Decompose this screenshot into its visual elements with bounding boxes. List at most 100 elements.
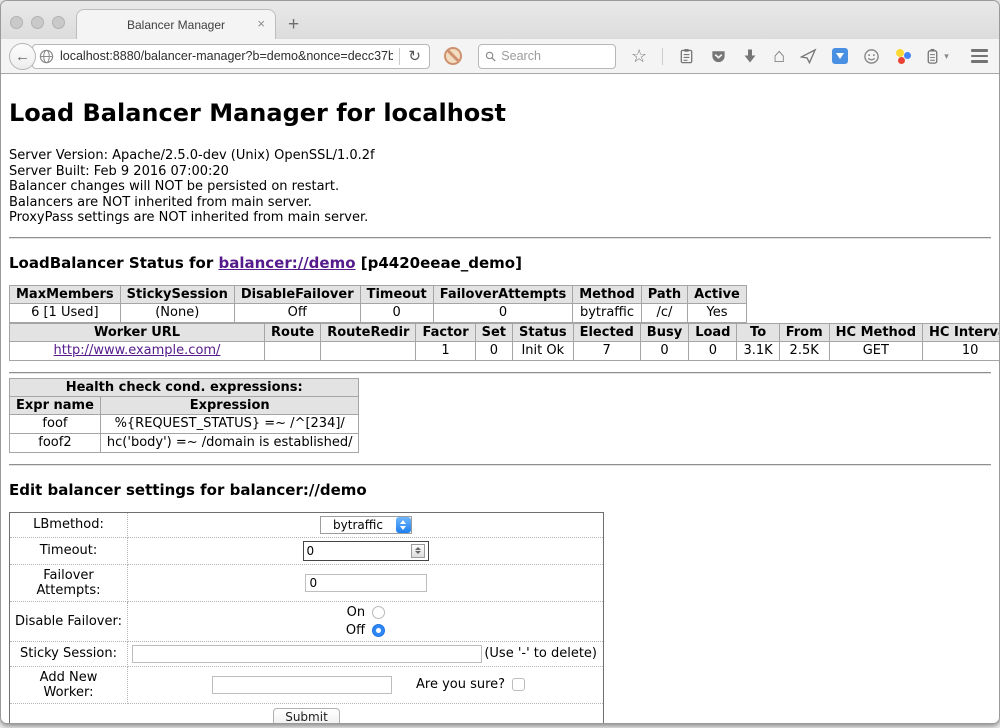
col-routeredir: RouteRedir (321, 323, 416, 341)
url-text[interactable]: localhost:8880/balancer-manager?b=demo&n… (60, 49, 393, 63)
server-version-line: Server Version: Apache/2.5.0-dev (Unix) … (9, 148, 991, 164)
divider (9, 464, 991, 466)
downloads-icon[interactable] (742, 48, 758, 64)
balancer-status-table: MaxMembers StickySession DisableFailover… (9, 285, 747, 323)
balancer-demo-link[interactable]: balancer://demo (218, 254, 355, 272)
home-icon[interactable]: ⌂ (773, 48, 785, 64)
pocket-icon[interactable] (710, 48, 727, 65)
col-elected: Elected (573, 323, 640, 341)
failover-attempts-label: Failover Attempts: (10, 564, 128, 601)
url-bar[interactable]: localhost:8880/balancer-manager?b=demo&n… (32, 44, 430, 69)
col-method: Method (573, 285, 641, 303)
menu-icon[interactable] (971, 49, 988, 63)
health-row-foof2: foof2 hc('body') =~ /domain is establish… (10, 433, 359, 452)
radio-on-label: On (347, 605, 365, 620)
sticky-session-hint: (Use '-' to delete) (484, 646, 599, 661)
disable-failover-row: Disable Failover: On Off (10, 601, 604, 641)
lbmethod-label: LBmethod: (10, 512, 128, 537)
cell-routeredir (321, 341, 416, 360)
cell-maxmembers: 6 [1 Used] (10, 303, 121, 322)
health-check-table: Health check cond. expressions: Expr nam… (9, 378, 359, 453)
are-you-sure-checkbox[interactable] (512, 678, 525, 691)
cell-disablefailover: Off (234, 303, 360, 322)
failover-attempts-row: Failover Attempts: (10, 564, 604, 601)
window-controls (10, 16, 65, 29)
col-load: Load (689, 323, 737, 341)
server-built-line: Server Built: Feb 9 2016 07:00:20 (9, 164, 991, 180)
search-icon (485, 50, 496, 63)
col-expression: Expression (100, 396, 359, 414)
battery-extension-icon[interactable] (926, 48, 939, 65)
col-hc-method: HC Method (829, 323, 922, 341)
worker-data-row: http://www.example.com/ 1 0 Init Ok 7 0 … (10, 341, 1000, 360)
persist-notice-line: Balancer changes will NOT be persisted o… (9, 179, 991, 195)
balancer-header-row: MaxMembers StickySession DisableFailover… (10, 285, 747, 303)
cell-set: 0 (475, 341, 512, 360)
worker-header-row: Worker URL Route RouteRedir Factor Set S… (10, 323, 1000, 341)
colored-dots-extension-icon[interactable] (895, 48, 911, 64)
search-bar[interactable] (478, 44, 616, 69)
col-stickysession: StickySession (120, 285, 234, 303)
cell-expr-name: foof2 (10, 433, 101, 452)
edit-settings-heading: Edit balancer settings for balancer://de… (9, 481, 991, 499)
timeout-value: 0 (307, 544, 315, 558)
radio-on[interactable] (372, 606, 385, 619)
tab-balancer-manager[interactable]: Balancer Manager × (76, 9, 276, 39)
radio-off[interactable] (372, 624, 385, 637)
cell-path: /c/ (641, 303, 687, 322)
timeout-input[interactable]: 0 (303, 541, 429, 561)
worker-table: Worker URL Route RouteRedir Factor Set S… (9, 323, 999, 361)
bookmark-star-icon[interactable]: ☆ (631, 47, 647, 65)
cell-route (265, 341, 321, 360)
back-arrow-icon: ← (15, 48, 30, 65)
are-you-sure-label: Are you sure? (416, 677, 505, 692)
close-window-button[interactable] (10, 16, 23, 29)
send-tab-icon[interactable] (800, 48, 817, 65)
toolbar-icons: ☆ ⌂ (631, 47, 949, 65)
zoom-window-button[interactable] (52, 16, 65, 29)
reload-icon[interactable]: ↻ (406, 47, 423, 65)
col-factor: Factor (416, 323, 475, 341)
add-worker-input[interactable] (212, 676, 392, 694)
minimize-window-button[interactable] (31, 16, 44, 29)
select-stepper-icon (396, 517, 411, 533)
number-spinner-icon[interactable] (411, 544, 425, 558)
sticky-session-label: Sticky Session: (10, 641, 128, 666)
globe-icon (39, 49, 54, 64)
worker-url-link[interactable]: http://www.example.com/ (54, 343, 221, 358)
col-maxmembers: MaxMembers (10, 285, 121, 303)
search-input[interactable] (501, 49, 609, 63)
content-blocker-icon[interactable] (444, 47, 462, 65)
radio-off-label: Off (346, 623, 365, 638)
lbmethod-select[interactable]: bytraffic (320, 516, 412, 534)
back-button[interactable]: ← (9, 43, 36, 70)
page-title: Load Balancer Manager for localhost (9, 99, 991, 127)
chat-smiley-icon[interactable] (863, 48, 880, 65)
edit-balancer-form: LBmethod: bytraffic Timeout: 0 (9, 512, 604, 724)
col-expr-name: Expr name (10, 396, 101, 414)
status-heading-suffix: [p4420eeae_demo] (356, 254, 522, 272)
toolbar-separator (662, 48, 663, 65)
extension-download-icon[interactable] (832, 48, 848, 64)
failover-attempts-input[interactable] (305, 574, 427, 592)
chevron-down-icon[interactable]: ▾ (944, 51, 949, 62)
new-tab-button[interactable]: + (288, 15, 299, 34)
cell-hc-method: GET (829, 341, 922, 360)
col-busy: Busy (640, 323, 688, 341)
cell-status: Init Ok (513, 341, 574, 360)
submit-button[interactable]: Submit (273, 708, 340, 724)
health-row-foof: foof %{REQUEST_STATUS} =~ /^[234]/ (10, 414, 359, 433)
timeout-row: Timeout: 0 (10, 537, 604, 564)
health-header-row: Expr name Expression (10, 396, 359, 414)
col-hc-interval: HC Interval (923, 323, 999, 341)
tab-title: Balancer Manager (127, 18, 225, 32)
server-info: Server Version: Apache/2.5.0-dev (Unix) … (9, 148, 991, 226)
col-status: Status (513, 323, 574, 341)
cell-failoverattempts: 0 (433, 303, 573, 322)
tab-close-icon[interactable]: × (257, 17, 265, 31)
bookmarks-menu-icon[interactable] (678, 48, 695, 65)
loadbalancer-status-heading: LoadBalancer Status for balancer://demo … (9, 254, 991, 272)
col-disablefailover: DisableFailover (234, 285, 360, 303)
cell-to: 3.1K (737, 341, 779, 360)
sticky-session-input[interactable] (132, 645, 482, 663)
